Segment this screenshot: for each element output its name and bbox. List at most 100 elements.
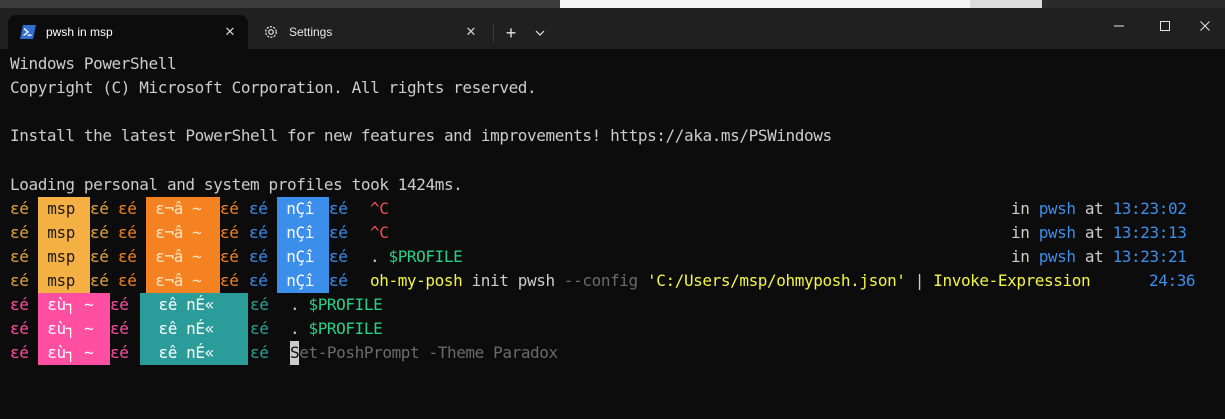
prompt-row: εé msp εé εé ε¬â ~ εé εé nÇî εé oh-my-posh … — [0, 269, 1225, 293]
prompt-glyph: εé — [220, 223, 239, 242]
command-part: --config — [563, 271, 648, 290]
prompt-glyph: εé — [249, 247, 268, 266]
prompt-row: εé εù┐ ~ εé εê nÉ« εé. $PROFILE — [0, 317, 1225, 341]
command-part: ^C — [370, 223, 389, 242]
prompt-glyph: εé — [10, 271, 29, 290]
minimize-button[interactable] — [1096, 8, 1142, 44]
prompt-row: εé msp εé εé ε¬â ~ εé εé nÇî εé ^C in pwsh a… — [0, 221, 1225, 245]
prompt-glyph: εé — [249, 199, 268, 218]
prompt-folder-segment: εê nÉ« — [140, 317, 248, 341]
prompt-glyph: εé — [249, 223, 268, 242]
prompt-glyph: εé — [10, 223, 29, 242]
right-prompt-label: at — [1075, 247, 1113, 266]
tab-pwsh[interactable]: pwsh in msp ✕ — [8, 15, 248, 49]
prompt-glyph: εé — [118, 271, 137, 290]
new-tab-button[interactable]: + — [498, 20, 524, 46]
prompt-glyph: εé — [110, 343, 129, 362]
suggestion-text: et-PoshPrompt -Theme Paradox — [299, 343, 558, 362]
right-prompt: in pwsh at 13:23:21 — [1011, 245, 1187, 269]
desktop-strip-dark-2 — [1042, 0, 1225, 8]
prompt-user-segment: msp — [38, 197, 90, 221]
close-icon[interactable]: ✕ — [218, 20, 242, 44]
command-part: init pwsh — [462, 271, 564, 290]
command-part: . — [290, 319, 309, 338]
chevron-down-icon[interactable] — [528, 20, 552, 46]
command-part: | — [905, 271, 934, 290]
prompt-glyph: εé — [90, 271, 109, 290]
desktop-strip-light — [560, 0, 970, 8]
tab-label: pwsh in msp — [46, 25, 113, 39]
prompt-folder-segment: εê nÉ« — [140, 293, 248, 317]
text-cursor[interactable]: S — [290, 341, 300, 365]
prompt-user-segment: εù┐ ~ — [38, 341, 110, 365]
prompt-glyph: εé — [10, 343, 29, 362]
header-line: Windows PowerShell — [10, 54, 177, 73]
tab-label: Settings — [289, 25, 333, 39]
right-prompt-shell: pwsh — [1038, 223, 1076, 242]
right-prompt-label: in — [1011, 247, 1039, 266]
desktop-strip-grey — [970, 0, 1042, 8]
prompt-glyph: εé — [250, 295, 269, 314]
header-line: Install the latest PowerShell for new fe… — [10, 126, 832, 145]
terminal-pane[interactable]: Windows PowerShell Copyright (C) Microso… — [0, 49, 1225, 419]
command-part: Invoke-Expression — [933, 271, 1091, 290]
right-prompt-shell: pwsh — [1038, 199, 1076, 218]
prompt-glyph: εé — [90, 223, 109, 242]
tab-settings[interactable]: Settings ✕ — [251, 15, 489, 49]
command-text: Set-PoshPrompt -Theme Paradox — [290, 341, 558, 365]
command-text: . $PROFILE — [290, 293, 383, 317]
right-prompt-time: 13:23:02 — [1112, 199, 1187, 218]
prompt-user-segment: msp — [38, 221, 90, 245]
command-part: . — [290, 295, 309, 314]
command-text: . $PROFILE — [290, 317, 383, 341]
command-part: $PROFILE — [388, 247, 463, 266]
prompt-glyph: εé — [110, 295, 129, 314]
close-icon[interactable]: ✕ — [459, 20, 483, 44]
command-part: ^C — [370, 199, 389, 218]
right-prompt-label: at — [1075, 199, 1113, 218]
command-part: $PROFILE — [308, 319, 383, 338]
prompt-glyph: εé — [220, 247, 239, 266]
prompt-folder-segment: ε¬â ~ — [146, 197, 220, 221]
prompt-glyph: εé — [10, 295, 29, 314]
right-prompt-time: 13:23:21 — [1112, 247, 1187, 266]
prompt-glyph: εé — [90, 199, 109, 218]
right-prompt: in pwsh at 13:23:13 — [1011, 221, 1187, 245]
prompt-glyph: εé — [220, 271, 239, 290]
right-prompt-label: in — [1011, 223, 1039, 242]
right-prompt-time: 24:36 — [1149, 271, 1196, 290]
prompt-folder-segment: ε¬â ~ — [146, 269, 220, 293]
command-part: $PROFILE — [308, 295, 383, 314]
gear-icon — [263, 24, 279, 40]
prompt-folder-segment: ε¬â ~ — [146, 221, 220, 245]
close-button[interactable] — [1182, 8, 1225, 44]
prompt-glyph: εé — [329, 199, 348, 218]
header-line: Copyright (C) Microsoft Corporation. All… — [10, 78, 537, 97]
desktop-strip-dark — [0, 0, 560, 8]
prompt-user-segment: msp — [38, 245, 90, 269]
command-text: oh-my-posh init pwsh --config 'C:/Users/… — [370, 269, 1091, 293]
prompt-glyph: εé — [110, 319, 129, 338]
right-prompt-shell: pwsh — [1038, 247, 1076, 266]
prompt-folder-segment: εê nÉ« — [140, 341, 248, 365]
prompt-row: εé msp εé εé ε¬â ~ εé εé nÇî εé. $PROFILE i… — [0, 245, 1225, 269]
prompt-glyph: εé — [329, 247, 348, 266]
prompt-glyph: εé — [90, 247, 109, 266]
prompt-glyph: εé — [250, 343, 269, 362]
right-prompt-time: 13:23:13 — [1112, 223, 1187, 242]
prompt-glyph: εé — [329, 271, 348, 290]
command-part: oh-my-posh — [370, 271, 463, 290]
prompt-git-segment: nÇî — [277, 221, 329, 245]
prompt-glyph: εé — [10, 247, 29, 266]
title-bar: pwsh in msp ✕ Settings ✕ + — [0, 8, 1225, 49]
right-prompt-label: in — [1011, 199, 1039, 218]
prompt-user-segment: msp — [38, 269, 90, 293]
command-part: 'C:/Users/msp/ohmyposh.json' — [647, 271, 906, 290]
prompt-git-segment: nÇî — [277, 245, 329, 269]
prompt-user-segment: εù┐ ~ — [38, 317, 110, 341]
prompt-row: εé msp εé εé ε¬â ~ εé εé nÇî εé ^C in pwsh a… — [0, 197, 1225, 221]
tab-divider — [493, 24, 494, 42]
prompt-folder-segment: ε¬â ~ — [146, 245, 220, 269]
prompt-row: εé εù┐ ~ εé εê nÉ« εé. $PROFILE — [0, 293, 1225, 317]
prompt-user-segment: εù┐ ~ — [38, 293, 110, 317]
